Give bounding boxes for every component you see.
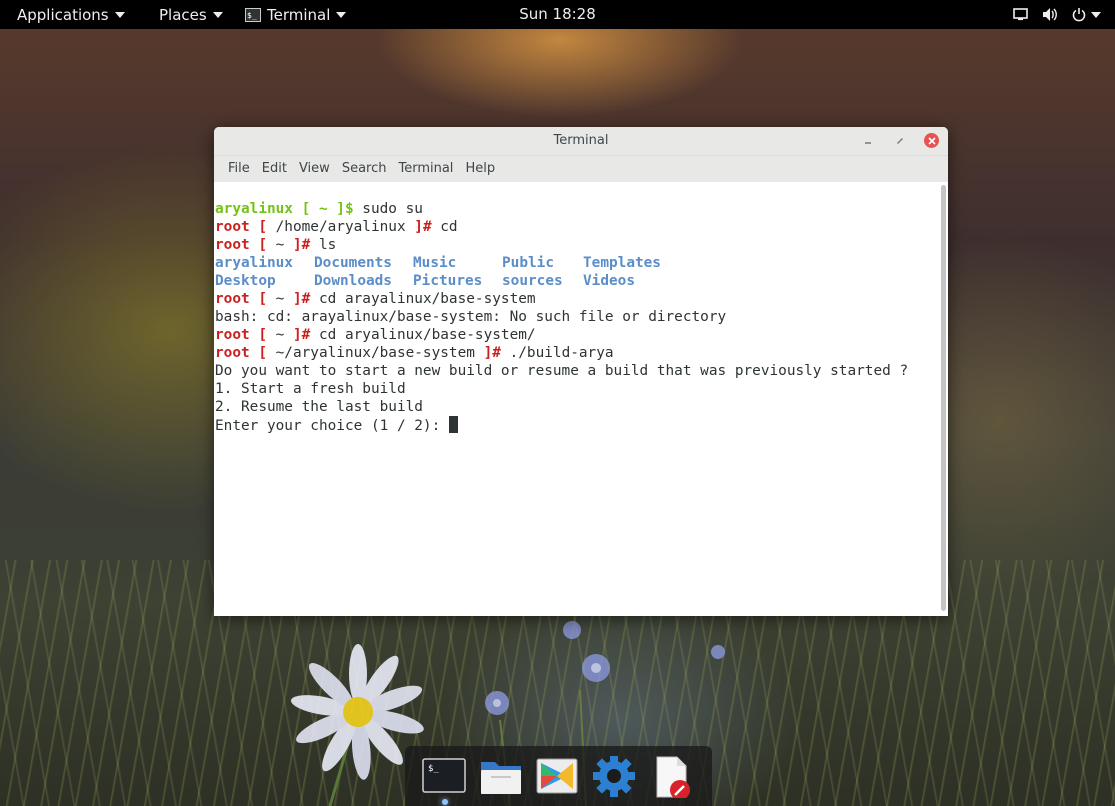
display-icon[interactable] [1013,8,1028,21]
text-cursor [448,416,458,433]
prompt-root: root [215,237,250,253]
top-bar: Applications Places $_ Terminal Sun 18:2… [0,0,1115,29]
dir-entry: Public [502,255,554,271]
error-line: bash: cd: arayalinux/base-system: No suc… [215,309,727,325]
menu-edit[interactable]: Edit [256,156,293,182]
window-title: Terminal [553,133,609,148]
input-line[interactable]: Enter your choice (1 / 2): [215,416,941,434]
maximize-icon[interactable] [891,132,909,150]
prompt-close: ]# [414,219,432,235]
terminal-line: aryalinux [ ~ ]$ sudo su [215,200,941,218]
clock[interactable]: Sun 18:28 [0,0,1115,29]
menu-view[interactable]: View [293,156,336,182]
option-line: 1. Start a fresh build [215,381,406,397]
prompt-bracket: [ ~ ]$ [292,201,354,217]
text-editor-icon[interactable] [649,756,693,800]
question-line: Do you want to start a new build or resu… [215,363,909,379]
dir-entry: Documents [314,255,392,271]
command: cd [431,219,458,235]
prompt-path: ~/aryalinux/base-system [266,345,484,361]
dir-entry: sources [502,273,563,289]
close-icon[interactable] [924,133,939,148]
prompt-root: root [215,219,250,235]
prompt-close: ]# [483,345,501,361]
ls-row: Desktop Downloads Pictures sources Videos [215,272,941,290]
prompt-root: root [215,291,250,307]
terminal-line: root [ ~ ]# ls [215,236,941,254]
ls-row: aryalinux Documents Music Public Templates [215,254,941,272]
command: ls [310,237,337,253]
power-icon[interactable] [1072,7,1101,22]
terminal-line: root [ ~ ]# cd arayalinux/base-system [215,290,941,308]
dir-entry: Music [413,255,457,271]
scrollbar[interactable] [941,185,946,611]
minimize-icon[interactable] [859,132,877,150]
prompt-close: ]# [292,237,311,253]
chevron-down-icon [1091,11,1101,18]
dir-entry: Templates [583,255,661,271]
prompt-user: aryalinux [215,201,293,217]
prompt-open: [ [249,327,267,343]
input-prompt: Enter your choice (1 / 2): [215,418,449,434]
menu-bar: File Edit View Search Terminal Help [214,156,948,182]
dir-entry: Pictures [413,273,483,289]
command: sudo su [353,201,423,217]
dir-entry: Videos [583,273,635,289]
prompt-open: [ [249,219,267,235]
dir-entry: Downloads [314,273,392,289]
prompt-close: ]# [292,327,311,343]
prompt-open: [ [249,291,267,307]
settings-icon[interactable] [592,755,636,798]
software-icon[interactable] [535,756,579,798]
menu-terminal[interactable]: Terminal [392,156,459,182]
command: cd arayalinux/base-system [310,291,536,307]
prompt-path: ~ [266,327,293,343]
terminal-line: root [ ~ ]# cd aryalinux/base-system/ [215,326,941,344]
prompt-open: [ [249,345,267,361]
terminal-output[interactable]: aryalinux [ ~ ]$ sudo su root [ /home/ary… [214,182,941,616]
files-icon[interactable] [479,756,523,798]
prompt-root: root [215,327,250,343]
system-tray[interactable] [1013,0,1101,29]
menu-file[interactable]: File [222,156,256,182]
dir-entry: Desktop [215,273,276,289]
window-titlebar[interactable]: Terminal [214,127,948,156]
command: ./build-arya [500,345,614,361]
terminal-line: root [ ~/aryalinux/base-system ]# ./buil… [215,344,941,362]
dir-entry: aryalinux [215,255,293,271]
terminal-line: root [ /home/aryalinux ]# cd [215,218,941,236]
prompt-path: ~ [266,237,293,253]
active-indicator [442,799,448,805]
volume-icon[interactable] [1042,7,1058,22]
prompt-root: root [215,345,250,361]
menu-help[interactable]: Help [459,156,501,182]
prompt-close: ]# [292,291,311,307]
option-line: 2. Resume the last build [215,399,423,415]
menu-search[interactable]: Search [336,156,393,182]
prompt-open: [ [249,237,267,253]
svg-text:$_: $_ [428,764,439,774]
dock: $_ [405,746,712,806]
command: cd aryalinux/base-system/ [310,327,536,343]
prompt-path: /home/aryalinux [266,219,415,235]
terminal-icon[interactable]: $_ [422,756,466,798]
terminal-window[interactable]: Terminal File Edit View Search Terminal … [214,127,948,616]
prompt-path: ~ [266,291,293,307]
